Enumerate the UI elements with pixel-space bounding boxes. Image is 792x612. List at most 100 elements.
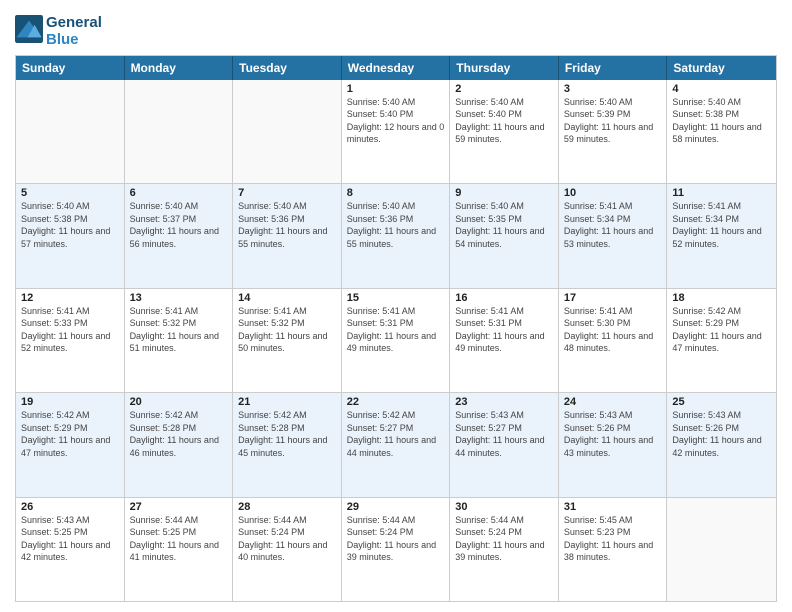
day-cell-3: 3Sunrise: 5:40 AMSunset: 5:39 PMDaylight…: [559, 80, 668, 184]
header-sunday: Sunday: [16, 56, 125, 80]
calendar-body: 1Sunrise: 5:40 AMSunset: 5:40 PMDaylight…: [16, 80, 776, 602]
day-cell-5: 5Sunrise: 5:40 AMSunset: 5:38 PMDaylight…: [16, 184, 125, 288]
day-cell-27: 27Sunrise: 5:44 AMSunset: 5:25 PMDayligh…: [125, 498, 234, 602]
day-number: 11: [672, 187, 771, 199]
day-info: Sunrise: 5:40 AMSunset: 5:36 PMDaylight:…: [347, 200, 445, 250]
day-info: Sunrise: 5:40 AMSunset: 5:40 PMDaylight:…: [455, 96, 553, 146]
day-number: 5: [21, 187, 119, 199]
day-number: 20: [130, 396, 228, 408]
day-info: Sunrise: 5:40 AMSunset: 5:37 PMDaylight:…: [130, 200, 228, 250]
day-info: Sunrise: 5:43 AMSunset: 5:25 PMDaylight:…: [21, 514, 119, 564]
day-number: 12: [21, 292, 119, 304]
day-number: 19: [21, 396, 119, 408]
day-number: 1: [347, 83, 445, 95]
page-header: General Blue: [15, 10, 777, 49]
day-number: 31: [564, 501, 662, 513]
day-info: Sunrise: 5:41 AMSunset: 5:32 PMDaylight:…: [238, 305, 336, 355]
day-number: 13: [130, 292, 228, 304]
header-thursday: Thursday: [450, 56, 559, 80]
day-number: 22: [347, 396, 445, 408]
empty-cell: [233, 80, 342, 184]
day-cell-25: 25Sunrise: 5:43 AMSunset: 5:26 PMDayligh…: [667, 393, 776, 497]
empty-cell: [125, 80, 234, 184]
day-number: 6: [130, 187, 228, 199]
day-info: Sunrise: 5:43 AMSunset: 5:26 PMDaylight:…: [564, 409, 662, 459]
logo: General Blue: [15, 14, 102, 49]
day-info: Sunrise: 5:44 AMSunset: 5:24 PMDaylight:…: [347, 514, 445, 564]
header-monday: Monday: [125, 56, 234, 80]
day-cell-9: 9Sunrise: 5:40 AMSunset: 5:35 PMDaylight…: [450, 184, 559, 288]
day-cell-22: 22Sunrise: 5:42 AMSunset: 5:27 PMDayligh…: [342, 393, 451, 497]
day-info: Sunrise: 5:42 AMSunset: 5:28 PMDaylight:…: [130, 409, 228, 459]
empty-cell: [16, 80, 125, 184]
header-wednesday: Wednesday: [342, 56, 451, 80]
calendar-row: 5Sunrise: 5:40 AMSunset: 5:38 PMDaylight…: [16, 183, 776, 288]
day-info: Sunrise: 5:41 AMSunset: 5:34 PMDaylight:…: [564, 200, 662, 250]
day-number: 2: [455, 83, 553, 95]
day-cell-1: 1Sunrise: 5:40 AMSunset: 5:40 PMDaylight…: [342, 80, 451, 184]
day-number: 7: [238, 187, 336, 199]
day-number: 18: [672, 292, 771, 304]
day-number: 3: [564, 83, 662, 95]
calendar-row: 12Sunrise: 5:41 AMSunset: 5:33 PMDayligh…: [16, 288, 776, 393]
day-info: Sunrise: 5:43 AMSunset: 5:27 PMDaylight:…: [455, 409, 553, 459]
day-cell-7: 7Sunrise: 5:40 AMSunset: 5:36 PMDaylight…: [233, 184, 342, 288]
day-info: Sunrise: 5:44 AMSunset: 5:24 PMDaylight:…: [238, 514, 336, 564]
day-number: 30: [455, 501, 553, 513]
calendar-page: General Blue SundayMondayTuesdayWednesda…: [0, 0, 792, 612]
day-info: Sunrise: 5:44 AMSunset: 5:24 PMDaylight:…: [455, 514, 553, 564]
day-cell-6: 6Sunrise: 5:40 AMSunset: 5:37 PMDaylight…: [125, 184, 234, 288]
day-number: 9: [455, 187, 553, 199]
day-cell-20: 20Sunrise: 5:42 AMSunset: 5:28 PMDayligh…: [125, 393, 234, 497]
day-number: 27: [130, 501, 228, 513]
day-cell-21: 21Sunrise: 5:42 AMSunset: 5:28 PMDayligh…: [233, 393, 342, 497]
day-cell-26: 26Sunrise: 5:43 AMSunset: 5:25 PMDayligh…: [16, 498, 125, 602]
day-cell-28: 28Sunrise: 5:44 AMSunset: 5:24 PMDayligh…: [233, 498, 342, 602]
day-number: 15: [347, 292, 445, 304]
day-number: 8: [347, 187, 445, 199]
day-info: Sunrise: 5:42 AMSunset: 5:28 PMDaylight:…: [238, 409, 336, 459]
day-cell-18: 18Sunrise: 5:42 AMSunset: 5:29 PMDayligh…: [667, 289, 776, 393]
day-number: 26: [21, 501, 119, 513]
day-cell-23: 23Sunrise: 5:43 AMSunset: 5:27 PMDayligh…: [450, 393, 559, 497]
day-info: Sunrise: 5:41 AMSunset: 5:31 PMDaylight:…: [455, 305, 553, 355]
day-info: Sunrise: 5:40 AMSunset: 5:40 PMDaylight:…: [347, 96, 445, 146]
header-saturday: Saturday: [667, 56, 776, 80]
day-info: Sunrise: 5:44 AMSunset: 5:25 PMDaylight:…: [130, 514, 228, 564]
day-info: Sunrise: 5:40 AMSunset: 5:38 PMDaylight:…: [21, 200, 119, 250]
day-number: 16: [455, 292, 553, 304]
day-cell-31: 31Sunrise: 5:45 AMSunset: 5:23 PMDayligh…: [559, 498, 668, 602]
day-cell-16: 16Sunrise: 5:41 AMSunset: 5:31 PMDayligh…: [450, 289, 559, 393]
day-info: Sunrise: 5:40 AMSunset: 5:38 PMDaylight:…: [672, 96, 771, 146]
logo-text: General Blue: [46, 14, 102, 49]
day-info: Sunrise: 5:41 AMSunset: 5:30 PMDaylight:…: [564, 305, 662, 355]
day-cell-29: 29Sunrise: 5:44 AMSunset: 5:24 PMDayligh…: [342, 498, 451, 602]
day-number: 29: [347, 501, 445, 513]
day-cell-2: 2Sunrise: 5:40 AMSunset: 5:40 PMDaylight…: [450, 80, 559, 184]
day-number: 14: [238, 292, 336, 304]
day-cell-10: 10Sunrise: 5:41 AMSunset: 5:34 PMDayligh…: [559, 184, 668, 288]
header-friday: Friday: [559, 56, 668, 80]
calendar-header: SundayMondayTuesdayWednesdayThursdayFrid…: [16, 56, 776, 80]
day-number: 21: [238, 396, 336, 408]
day-info: Sunrise: 5:42 AMSunset: 5:29 PMDaylight:…: [672, 305, 771, 355]
calendar-row: 1Sunrise: 5:40 AMSunset: 5:40 PMDaylight…: [16, 80, 776, 184]
day-cell-11: 11Sunrise: 5:41 AMSunset: 5:34 PMDayligh…: [667, 184, 776, 288]
day-cell-17: 17Sunrise: 5:41 AMSunset: 5:30 PMDayligh…: [559, 289, 668, 393]
calendar-row: 19Sunrise: 5:42 AMSunset: 5:29 PMDayligh…: [16, 392, 776, 497]
day-info: Sunrise: 5:43 AMSunset: 5:26 PMDaylight:…: [672, 409, 771, 459]
day-cell-4: 4Sunrise: 5:40 AMSunset: 5:38 PMDaylight…: [667, 80, 776, 184]
calendar: SundayMondayTuesdayWednesdayThursdayFrid…: [15, 55, 777, 603]
header-tuesday: Tuesday: [233, 56, 342, 80]
day-number: 10: [564, 187, 662, 199]
day-cell-19: 19Sunrise: 5:42 AMSunset: 5:29 PMDayligh…: [16, 393, 125, 497]
day-number: 4: [672, 83, 771, 95]
day-cell-30: 30Sunrise: 5:44 AMSunset: 5:24 PMDayligh…: [450, 498, 559, 602]
day-number: 23: [455, 396, 553, 408]
day-cell-24: 24Sunrise: 5:43 AMSunset: 5:26 PMDayligh…: [559, 393, 668, 497]
day-info: Sunrise: 5:42 AMSunset: 5:27 PMDaylight:…: [347, 409, 445, 459]
day-info: Sunrise: 5:40 AMSunset: 5:35 PMDaylight:…: [455, 200, 553, 250]
day-info: Sunrise: 5:41 AMSunset: 5:34 PMDaylight:…: [672, 200, 771, 250]
day-number: 17: [564, 292, 662, 304]
day-info: Sunrise: 5:41 AMSunset: 5:31 PMDaylight:…: [347, 305, 445, 355]
